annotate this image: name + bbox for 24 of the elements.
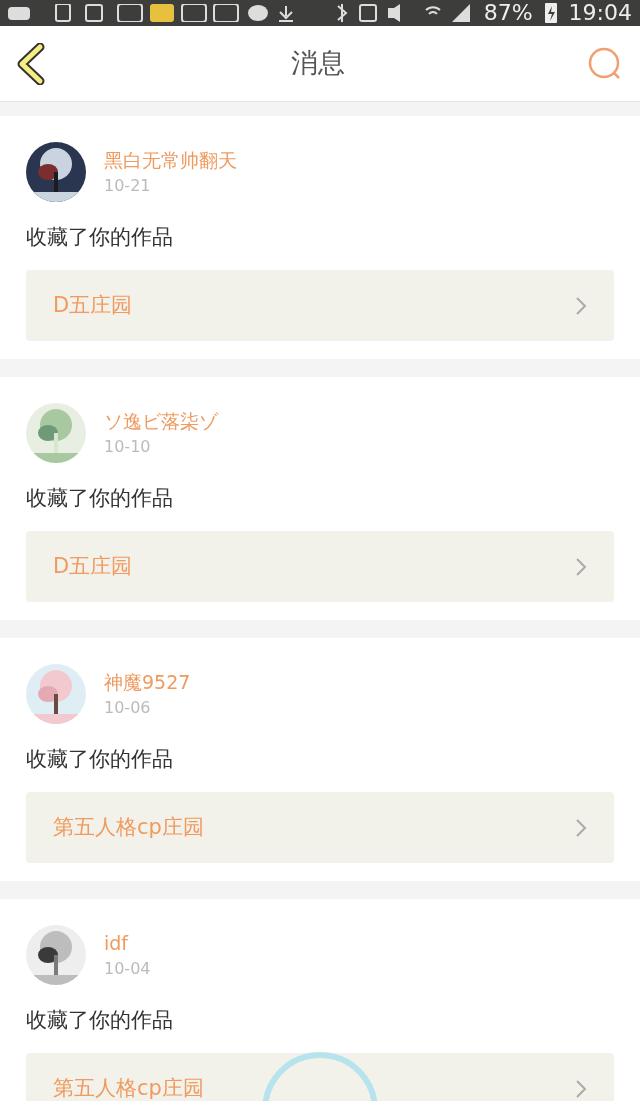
message-date: 10-10: [104, 438, 152, 456]
battery-icon: [544, 3, 557, 23]
message-text: 收藏了你的作品: [26, 485, 173, 511]
chevron-icon: [575, 817, 587, 838]
user-name[interactable]: 神魔9527: [104, 671, 191, 693]
message-text: 收藏了你的作品: [26, 1007, 173, 1033]
message-text: 收藏了你的作品: [26, 746, 173, 772]
message-date: 10-21: [104, 177, 152, 195]
work-link[interactable]: D五庄园: [26, 270, 614, 341]
clock: 19:04: [568, 2, 632, 24]
work-link[interactable]: 第五人格cp庄园: [26, 792, 614, 863]
work-link[interactable]: D五庄园: [26, 531, 614, 602]
work-link[interactable]: 第五人格cp庄园: [26, 1053, 614, 1101]
message-text: 收藏了你的作品: [26, 224, 173, 250]
user-name[interactable]: ソ逸ビ落柒ゾ: [104, 410, 218, 432]
message-date: 10-04: [104, 960, 151, 978]
chevron-icon: [575, 1078, 587, 1099]
battery-percentage: 87%: [483, 2, 533, 24]
message-date: 10-06: [104, 699, 152, 717]
chevron-icon: [575, 295, 587, 316]
user-name[interactable]: 黑白无常帅翻天: [104, 149, 237, 171]
user-name[interactable]: idf: [104, 932, 151, 954]
chevron-icon: [575, 556, 587, 577]
page-title: 消息: [291, 46, 345, 81]
